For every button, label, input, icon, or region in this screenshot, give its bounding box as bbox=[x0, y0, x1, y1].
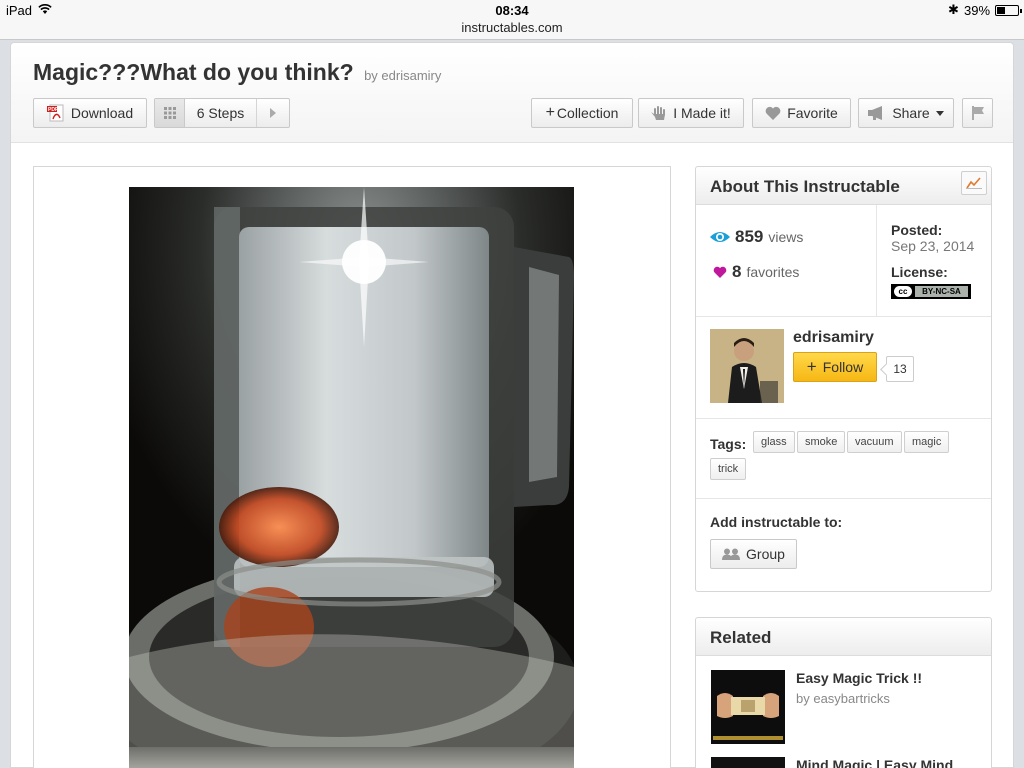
share-button[interactable]: Share bbox=[858, 98, 954, 128]
group-label: Group bbox=[746, 546, 785, 562]
related-item[interactable]: Mind Magic | Easy Mind bbox=[711, 757, 981, 768]
related-author[interactable]: by easybartricks bbox=[796, 691, 890, 706]
flag-icon bbox=[971, 106, 984, 120]
next-step-icon[interactable] bbox=[257, 99, 289, 127]
related-panel: Related Easy Magic Trick !! by easybartr… bbox=[695, 617, 992, 768]
stats-section: 859 views 8 favorites Posted: Sep 23, 20… bbox=[696, 205, 991, 317]
about-panel: About This Instructable 859 views 8 favo… bbox=[695, 166, 992, 592]
related-title[interactable]: Mind Magic | Easy Mind bbox=[796, 757, 953, 768]
svg-text:PDF: PDF bbox=[48, 107, 58, 113]
address-bar[interactable]: instructables.com bbox=[0, 20, 1024, 35]
tags-label: Tags: bbox=[710, 436, 747, 452]
status-bar: iPad 08:34 instructables.com ✱ 39% bbox=[0, 0, 1024, 40]
favorites-unit: favorites bbox=[746, 264, 800, 280]
pdf-icon: PDF bbox=[46, 104, 64, 122]
heart-icon bbox=[765, 106, 781, 120]
bluetooth-icon: ✱ bbox=[948, 2, 959, 17]
caret-down-icon bbox=[935, 110, 944, 116]
made-it-label: I Made it! bbox=[673, 105, 731, 121]
collection-button[interactable]: + Collection bbox=[531, 98, 633, 128]
tag-glass[interactable]: glass bbox=[753, 431, 795, 453]
tag-trick[interactable]: trick bbox=[710, 458, 747, 480]
grid-icon[interactable] bbox=[155, 99, 185, 127]
related-item[interactable]: Easy Magic Trick !! by easybartricks bbox=[711, 670, 981, 750]
clock: 08:34 bbox=[495, 3, 529, 18]
about-heading: About This Instructable bbox=[710, 177, 900, 196]
megaphone-icon bbox=[868, 106, 883, 120]
plus-icon: + bbox=[545, 104, 555, 121]
favorite-button[interactable]: Favorite bbox=[752, 98, 851, 128]
hand-icon bbox=[651, 106, 666, 120]
steps-button[interactable]: 6 Steps bbox=[185, 99, 257, 127]
views-unit: views bbox=[768, 229, 804, 245]
related-title[interactable]: Easy Magic Trick !! bbox=[796, 670, 922, 686]
about-header: About This Instructable bbox=[696, 167, 991, 205]
main-photo-frame bbox=[33, 166, 671, 768]
eye-icon bbox=[710, 232, 730, 242]
license-label: License: bbox=[891, 264, 948, 280]
group-icon bbox=[722, 548, 741, 560]
tag-vacuum[interactable]: vacuum bbox=[847, 431, 902, 453]
battery-percent: 39% bbox=[964, 3, 991, 18]
views-stat: 859 views bbox=[710, 227, 803, 247]
instructable-header: Magic???What do you think? by edrisamiry… bbox=[11, 43, 1013, 143]
page: Magic???What do you think? by edrisamiry… bbox=[10, 42, 1014, 768]
related-heading: Related bbox=[710, 628, 772, 647]
tags-section: Tags: glass smoke vacuum magic trick bbox=[696, 419, 991, 499]
byline-link[interactable]: by edrisamiry bbox=[364, 68, 441, 83]
posted-date: Sep 23, 2014 bbox=[891, 238, 975, 254]
cc-logo-icon: cc bbox=[894, 286, 912, 297]
photo-glass-mug bbox=[129, 187, 574, 768]
heart-icon bbox=[713, 266, 727, 278]
title-text: Magic???What do you think? bbox=[33, 59, 354, 85]
follower-count: 13 bbox=[886, 356, 914, 382]
stats-divider bbox=[876, 205, 877, 317]
download-label: Download bbox=[70, 105, 134, 121]
follow-label: Follow bbox=[822, 359, 864, 375]
collection-label: Collection bbox=[556, 105, 619, 121]
posted-label: Posted: bbox=[891, 222, 943, 238]
avatar[interactable] bbox=[710, 329, 784, 403]
author-section: edrisamiry + Follow 13 bbox=[696, 317, 991, 419]
add-to-section: Add instructable to: Group bbox=[696, 499, 991, 593]
license-badge-text: BY-NC-SA bbox=[915, 286, 968, 297]
tag-smoke[interactable]: smoke bbox=[797, 431, 846, 453]
main-photo[interactable] bbox=[129, 187, 574, 768]
related-header: Related bbox=[696, 618, 991, 656]
tag-magic[interactable]: magic bbox=[904, 431, 950, 453]
download-button[interactable]: PDF Download bbox=[33, 98, 147, 128]
flag-button[interactable] bbox=[962, 98, 993, 128]
plus-icon: + bbox=[806, 357, 817, 376]
related-thumbnail[interactable] bbox=[711, 757, 785, 768]
page-title: Magic???What do you think? by edrisamiry bbox=[33, 59, 441, 86]
related-thumbnail[interactable] bbox=[711, 670, 785, 744]
license-badge[interactable]: cc BY-NC-SA bbox=[891, 284, 971, 299]
stats-button[interactable] bbox=[961, 171, 987, 195]
i-made-it-button[interactable]: I Made it! bbox=[638, 98, 744, 128]
steps-navigator: 6 Steps bbox=[154, 98, 290, 128]
share-label: Share bbox=[892, 105, 930, 121]
favorites-count: 8 bbox=[732, 262, 742, 281]
battery-icon bbox=[995, 5, 1022, 16]
author-name[interactable]: edrisamiry bbox=[793, 329, 874, 347]
views-count: 859 bbox=[735, 227, 764, 246]
favorites-stat: 8 favorites bbox=[710, 262, 799, 282]
add-to-group-button[interactable]: Group bbox=[710, 539, 797, 569]
follow-button[interactable]: + Follow bbox=[793, 352, 877, 382]
add-to-label: Add instructable to: bbox=[710, 514, 843, 530]
favorite-label: Favorite bbox=[787, 105, 838, 121]
chart-icon bbox=[966, 177, 982, 189]
